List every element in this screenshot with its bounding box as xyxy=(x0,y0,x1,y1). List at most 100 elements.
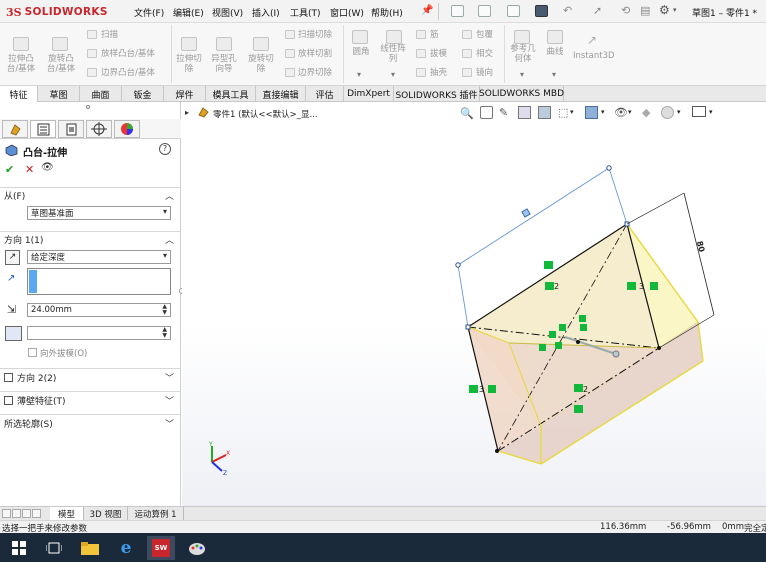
solidworks-taskbar-icon[interactable]: SW xyxy=(147,536,175,560)
spinner-icon[interactable]: ▲ ▼ xyxy=(162,304,167,316)
file-properties-icon[interactable]: ▤ xyxy=(640,4,650,17)
options-gear-icon[interactable]: ⚙ xyxy=(659,3,670,17)
feature-manager-tab-icon[interactable] xyxy=(2,120,28,138)
task-view-icon[interactable] xyxy=(40,536,68,560)
direction-reference-field[interactable] xyxy=(27,268,171,295)
menu-file[interactable]: 文件(F) xyxy=(134,6,164,19)
curves-button[interactable]: 曲线 xyxy=(542,47,568,57)
ok-button[interactable]: ✔ xyxy=(5,163,14,176)
fillet-button[interactable]: 圆角 xyxy=(348,47,374,57)
print-icon[interactable] xyxy=(535,5,548,17)
linear-pattern-button[interactable]: 线性阵 列 xyxy=(376,44,410,64)
windows-start-icon[interactable] xyxy=(5,536,33,560)
instant3d-button[interactable]: Instant3D xyxy=(573,51,615,61)
tab-motion-study[interactable]: 运动算例 1 xyxy=(128,507,184,520)
help-icon[interactable]: ? xyxy=(159,143,171,155)
select-pointer-icon[interactable]: ➚ xyxy=(593,4,602,17)
extrude-cut-button[interactable]: 拉伸切 除 xyxy=(172,54,206,74)
tab-surfaces[interactable]: 曲面 xyxy=(80,86,122,102)
sketch-point[interactable] xyxy=(465,324,471,330)
panel-splitter-handle[interactable] xyxy=(86,105,90,109)
mirror-button[interactable]: 镜向 xyxy=(476,68,493,78)
intersect-button[interactable]: 相交 xyxy=(476,49,493,59)
tab-sheet-metal[interactable]: 钣金 xyxy=(122,86,164,102)
menu-edit[interactable]: 编辑(E) xyxy=(173,6,204,19)
preview-eye-icon[interactable]: 👁 xyxy=(41,162,54,173)
spinner-icon[interactable]: ▲ ▼ xyxy=(162,327,167,339)
edge-browser-icon[interactable]: e xyxy=(112,536,140,560)
dimension-handle[interactable] xyxy=(606,165,612,171)
from-start-condition-select[interactable]: 草图基准面 ▾ xyxy=(27,206,171,220)
display-manager-tab-icon[interactable] xyxy=(114,120,140,138)
pattern-dropdown-icon[interactable]: ▾ xyxy=(391,70,395,79)
graphics-area[interactable]: ▸ 零件1 (默认<<默认>_显... 🔍 ✎ ⬚ ▾ ▾ 👁 ▾ ◆ ▾ ▾ xyxy=(182,102,766,506)
boundary-cut-button[interactable]: 边界切除 xyxy=(298,68,332,78)
undo-icon[interactable]: ↶ xyxy=(563,4,572,17)
draft-outward-checkbox[interactable] xyxy=(28,348,37,357)
rib-button[interactable]: 筋 xyxy=(430,30,439,40)
draft-on-off-button[interactable] xyxy=(5,326,22,341)
ref-geometry-dropdown-icon[interactable]: ▾ xyxy=(520,70,524,79)
chevron-down-icon[interactable]: ▾ xyxy=(673,6,677,14)
configuration-manager-tab-icon[interactable] xyxy=(58,120,84,138)
hole-wizard-button[interactable]: 异型孔 向导 xyxy=(207,54,241,74)
draft-angle-input[interactable]: ▲ ▼ xyxy=(27,326,171,340)
loft-button[interactable]: 放样凸台/基体 xyxy=(101,49,155,59)
thin-feature-section-header[interactable]: 薄壁特征(T) ﹀ xyxy=(0,391,181,409)
draft-button[interactable]: 拔模 xyxy=(430,49,447,59)
revolve-cut-button[interactable]: 旋转切 除 xyxy=(244,54,278,74)
shell-button[interactable]: 抽壳 xyxy=(430,68,447,78)
drag-handle-knob[interactable] xyxy=(612,350,620,358)
loft-cut-button[interactable]: 放样切割 xyxy=(298,49,332,59)
thin-feature-checkbox[interactable] xyxy=(4,396,13,405)
from-section-header[interactable]: 从(F) ︿ xyxy=(0,187,181,203)
menu-view[interactable]: 视图(V) xyxy=(212,6,243,19)
pin-icon[interactable]: 📌 xyxy=(421,5,433,16)
extrude-boss-button[interactable]: 拉伸凸 台/基体 xyxy=(4,54,38,74)
boundary-boss-button[interactable]: 边界凸台/基体 xyxy=(101,68,155,78)
sweep-button[interactable]: 扫描 xyxy=(101,30,118,40)
menu-window[interactable]: 窗口(W) xyxy=(330,6,364,19)
revolve-boss-button[interactable]: 旋转凸 台/基体 xyxy=(44,54,78,74)
selected-contours-section-header[interactable]: 所选轮廓(S) ﹀ xyxy=(0,414,181,432)
model-3d-view[interactable] xyxy=(182,102,766,506)
property-manager-tab-icon[interactable] xyxy=(30,120,56,138)
menu-insert[interactable]: 插入(I) xyxy=(252,6,280,19)
end-condition-select[interactable]: 给定深度 ▾ xyxy=(27,250,171,264)
reference-geometry-button[interactable]: 参考几 何体 xyxy=(507,44,539,64)
fillet-dropdown-icon[interactable]: ▾ xyxy=(357,70,361,79)
tab-weldments[interactable]: 焊件 xyxy=(164,86,206,102)
menu-help[interactable]: 帮助(H) xyxy=(371,6,403,19)
tab-direct-editing[interactable]: 直接编辑 xyxy=(256,86,306,102)
sweep-cut-button[interactable]: 扫描切除 xyxy=(298,30,332,40)
new-document-icon[interactable] xyxy=(451,5,464,17)
file-explorer-icon[interactable] xyxy=(76,536,104,560)
tab-solidworks-addins[interactable]: SOLIDWORKS 插件 xyxy=(394,86,480,102)
paint-app-icon[interactable] xyxy=(183,536,211,560)
menu-tools[interactable]: 工具(T) xyxy=(290,6,321,19)
direction2-checkbox[interactable] xyxy=(4,373,13,382)
direction1-section-header[interactable]: 方向 1(1) ︿ xyxy=(0,231,181,247)
depth-input[interactable]: 24.00mm ▲ ▼ xyxy=(27,303,171,317)
curves-dropdown-icon[interactable]: ▾ xyxy=(552,70,556,79)
save-icon[interactable] xyxy=(507,5,520,17)
tab-sketch[interactable]: 草图 xyxy=(38,86,80,102)
cancel-button[interactable]: ✕ xyxy=(25,163,34,176)
rebuild-icon[interactable]: ⟲ xyxy=(621,4,630,17)
tab-features[interactable]: 特征 xyxy=(0,86,38,102)
tab-model[interactable]: 模型 xyxy=(50,507,84,520)
dimension-value-marker[interactable] xyxy=(521,208,531,218)
tab-evaluate[interactable]: 评估 xyxy=(306,86,344,102)
dimxpert-manager-tab-icon[interactable] xyxy=(86,120,112,138)
tab-solidworks-mbd[interactable]: SOLIDWORKS MBD xyxy=(479,86,564,102)
solidworks-logo[interactable]: 3S SOLIDWORKS xyxy=(6,4,108,20)
tab-scroll-arrows[interactable] xyxy=(2,509,46,518)
tab-3d-views[interactable]: 3D 视图 xyxy=(84,507,128,520)
open-folder-icon[interactable] xyxy=(478,5,491,17)
wrap-button[interactable]: 包覆 xyxy=(476,30,493,40)
reverse-direction-button[interactable]: ↗ xyxy=(5,250,20,265)
dimension-handle[interactable] xyxy=(455,262,461,268)
tab-dimxpert[interactable]: DimXpert xyxy=(344,86,394,102)
direction2-section-header[interactable]: 方向 2(2) ﹀ xyxy=(0,368,181,386)
tab-mold-tools[interactable]: 模具工具 xyxy=(206,86,256,102)
